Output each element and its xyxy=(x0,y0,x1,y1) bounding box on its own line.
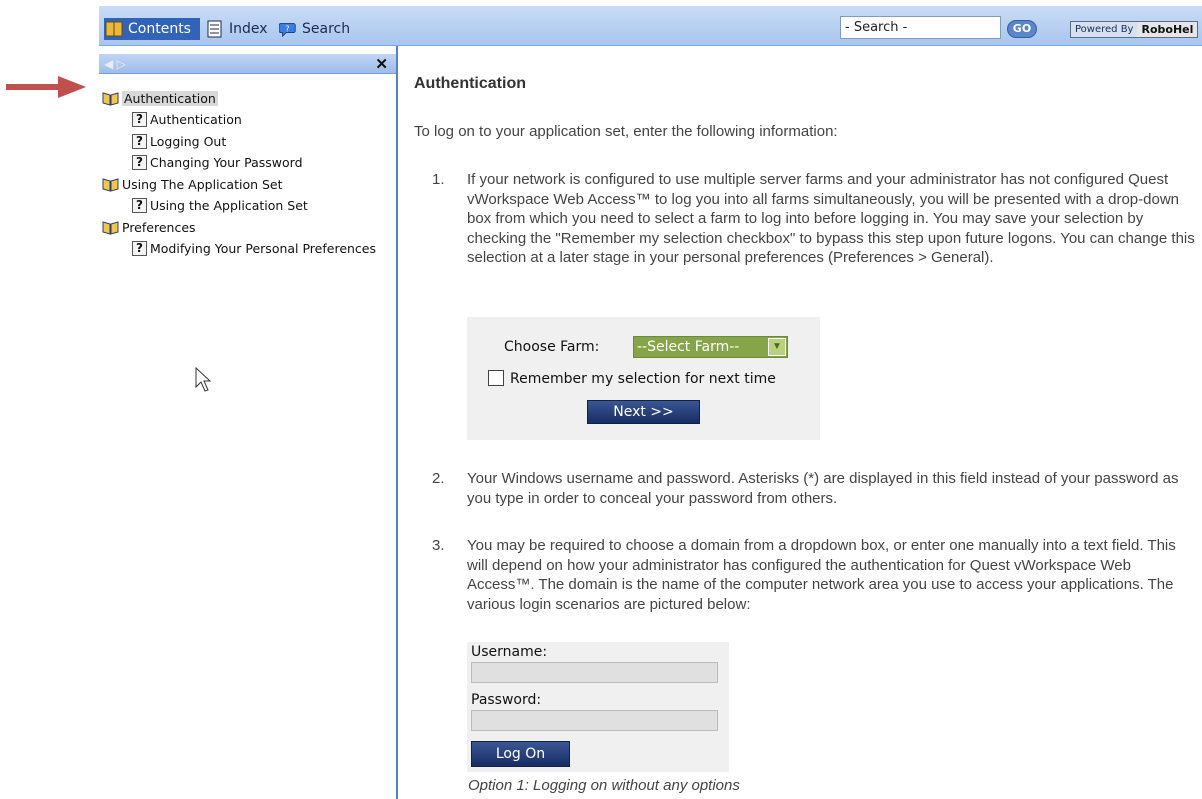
toc-topic-authentication[interactable]: ? Authentication xyxy=(132,110,242,128)
nav-arrows-icon[interactable]: ◀ ▷ xyxy=(104,57,126,71)
help-topic-icon: ? xyxy=(132,197,147,213)
toc-topic-changing-password[interactable]: ? Changing Your Password xyxy=(132,153,303,171)
toc-sidebar: ◀ ▷ ✕ Authentication ? Authentication ? … xyxy=(99,46,398,799)
next-button[interactable]: Next >> xyxy=(587,400,700,424)
search-input[interactable] xyxy=(840,16,1001,39)
page-title: Authentication xyxy=(414,75,526,92)
toc-topic-logging-out[interactable]: ? Logging Out xyxy=(132,132,226,150)
step-text: If your network is configured to use mul… xyxy=(467,171,1195,266)
remember-selection-checkbox[interactable] xyxy=(488,370,504,386)
log-on-button[interactable]: Log On xyxy=(471,741,570,767)
toc-book-preferences[interactable]: Preferences xyxy=(102,218,196,236)
book-open-icon xyxy=(102,91,119,106)
sidebar-header: ◀ ▷ ✕ xyxy=(99,54,396,74)
help-topic-icon: ? xyxy=(132,111,147,127)
toc-book-authentication[interactable]: Authentication xyxy=(102,89,218,107)
toc-topic-modifying-preferences[interactable]: ? Modifying Your Personal Preferences xyxy=(132,239,376,257)
intro-text: To log on to your application set, enter… xyxy=(414,123,838,140)
tab-search[interactable]: ? Search xyxy=(279,18,350,40)
chevron-down-icon: ▼ xyxy=(768,338,786,356)
contents-icon xyxy=(105,21,123,37)
farm-select[interactable]: --Select Farm-- ▼ xyxy=(633,336,788,358)
toc-topic-using-application-set[interactable]: ? Using the Application Set xyxy=(132,196,308,214)
search-icon: ? xyxy=(279,23,296,38)
close-icon[interactable]: ✕ xyxy=(375,55,388,73)
step-number: 2. xyxy=(432,470,445,487)
topic-content: Authentication To log on to your applica… xyxy=(400,46,1202,799)
login-example: Username: Password: Log On xyxy=(467,642,729,772)
step-number: 3. xyxy=(432,537,445,554)
help-topic-icon: ? xyxy=(132,133,147,149)
username-label: Username: xyxy=(471,644,548,660)
step-text: Your Windows username and password. Aste… xyxy=(467,470,1179,507)
password-label: Password: xyxy=(471,692,542,708)
go-button[interactable]: GO xyxy=(1007,20,1037,38)
book-open-icon xyxy=(102,177,119,192)
option-caption: Option 1: Logging on without any options xyxy=(468,777,740,794)
farm-selection-example: Choose Farm: --Select Farm-- ▼ Remember … xyxy=(467,317,820,440)
powered-by-text: Powered By xyxy=(1075,24,1134,35)
remember-selection-label: Remember my selection for next time xyxy=(510,371,776,387)
help-topic-icon: ? xyxy=(132,154,147,170)
svg-text:?: ? xyxy=(285,24,289,34)
choose-farm-label: Choose Farm: xyxy=(504,339,600,355)
annotation-arrow-sidebar xyxy=(6,76,86,98)
farm-select-value: --Select Farm-- xyxy=(637,339,740,355)
toc-book-application-set[interactable]: Using The Application Set xyxy=(102,175,283,193)
book-open-icon xyxy=(102,220,119,235)
username-field[interactable] xyxy=(471,662,718,683)
tab-contents[interactable]: Contents xyxy=(104,18,200,40)
brand-text: RoboHel xyxy=(1137,22,1198,37)
help-toolbar: Contents Index ? Search GO Powered By Ro… xyxy=(99,6,1202,46)
tab-index[interactable]: Index xyxy=(206,18,268,40)
powered-by-badge[interactable]: Powered By RoboHel xyxy=(1070,21,1199,38)
help-topic-icon: ? xyxy=(132,240,147,256)
step-text: You may be required to choose a domain f… xyxy=(467,537,1176,613)
password-field[interactable] xyxy=(471,710,718,731)
index-icon xyxy=(207,20,222,38)
step-number: 1. xyxy=(432,171,445,188)
mouse-cursor-icon xyxy=(195,367,211,392)
